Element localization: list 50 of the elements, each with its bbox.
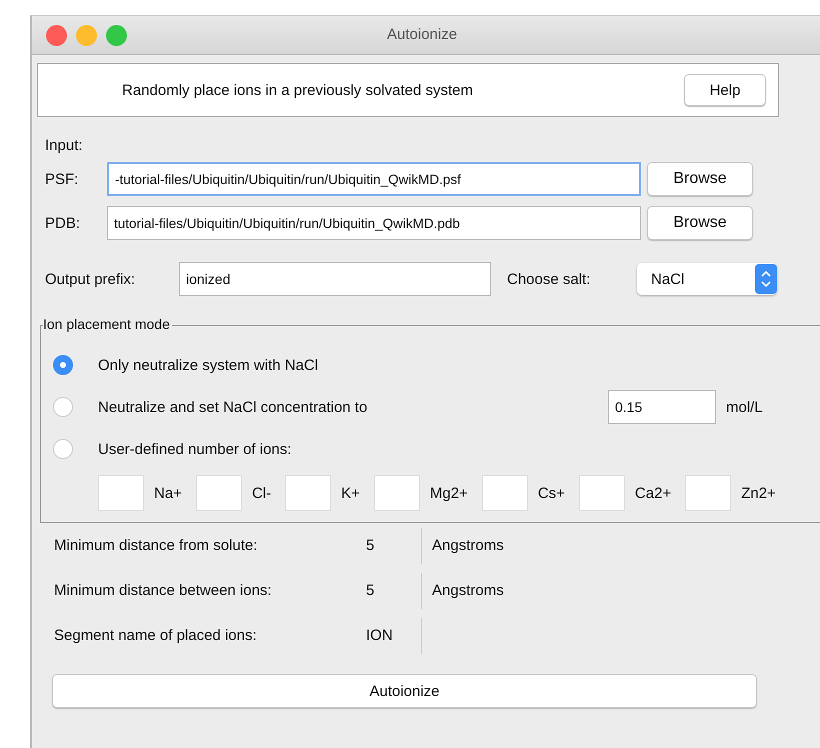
autoionize-button[interactable]: Autoionize xyxy=(52,674,757,708)
ion-label: Zn2+ xyxy=(741,484,776,502)
dropdown-arrows-icon xyxy=(755,264,777,294)
ion-count-field[interactable] xyxy=(482,475,528,511)
setting-label: Minimum distance between ions: xyxy=(54,582,273,599)
minimize-icon[interactable] xyxy=(76,24,97,46)
ion-count-field[interactable] xyxy=(98,475,144,511)
ion-label: Cl- xyxy=(252,484,272,502)
option-label: User-defined number of ions: xyxy=(98,440,292,458)
unit-label: Angstroms xyxy=(432,582,504,599)
file-path-field[interactable]: -tutorial-files/Ubiquitin/Ubiquitin/run/Ubiquitin_QwikMD.psf xyxy=(107,162,641,196)
radio-button[interactable] xyxy=(53,397,73,417)
option-label: Neutralize and set NaCl concentration to xyxy=(98,398,368,416)
setting-field[interactable]: 5 xyxy=(364,572,422,608)
ion-count-field[interactable] xyxy=(685,475,732,511)
section-label: Input: xyxy=(45,137,84,156)
ion-count-field[interactable] xyxy=(374,475,420,511)
ion-label: Ca2+ xyxy=(634,484,672,502)
setting-label: Segment name of placed ions: xyxy=(54,627,258,644)
setting-field[interactable]: 5 xyxy=(364,528,422,564)
zoom-icon[interactable] xyxy=(106,24,127,46)
concentration-field[interactable]: 0.15 xyxy=(608,390,716,424)
description-text: Randomly place ions in a previously solvated system xyxy=(122,82,474,98)
close-icon[interactable] xyxy=(46,24,67,46)
salt-dropdown[interactable]: NaCl xyxy=(637,263,777,295)
ion-label: Na+ xyxy=(154,484,182,502)
setting-label: Minimum distance from solute: xyxy=(54,537,258,554)
window-title: Autoionize xyxy=(387,26,458,43)
option-label: Only neutralize system with NaCl xyxy=(98,356,320,374)
help-button[interactable]: Help xyxy=(684,74,766,106)
ion-label: K+ xyxy=(341,484,360,502)
field-label: Choose salt: xyxy=(507,270,592,288)
ion-count-field[interactable] xyxy=(578,475,625,511)
radio-button[interactable] xyxy=(53,355,73,375)
radio-button[interactable] xyxy=(53,439,73,459)
ion-label: Cs+ xyxy=(538,484,565,502)
group-title: Ion placement mode xyxy=(43,316,172,332)
browse-button[interactable]: Browse xyxy=(647,162,753,196)
field-label: PDB: xyxy=(45,214,82,232)
ion-label: Mg2+ xyxy=(430,484,468,502)
unit-label: Angstroms xyxy=(432,537,504,554)
ion-count-field[interactable] xyxy=(196,475,242,511)
field-label: Output prefix: xyxy=(45,270,136,288)
browse-button[interactable]: Browse xyxy=(647,206,753,240)
unit-label: mol/L xyxy=(726,398,763,416)
file-path-field[interactable]: tutorial-files/Ubiquitin/Ubiquitin/run/Ubiquitin_QwikMD.pdb xyxy=(107,206,641,240)
setting-field[interactable]: ION xyxy=(364,618,422,654)
field-label: PSF: xyxy=(45,170,80,188)
output-prefix-field[interactable]: ionized xyxy=(179,262,491,296)
ion-count-field[interactable] xyxy=(285,475,332,511)
